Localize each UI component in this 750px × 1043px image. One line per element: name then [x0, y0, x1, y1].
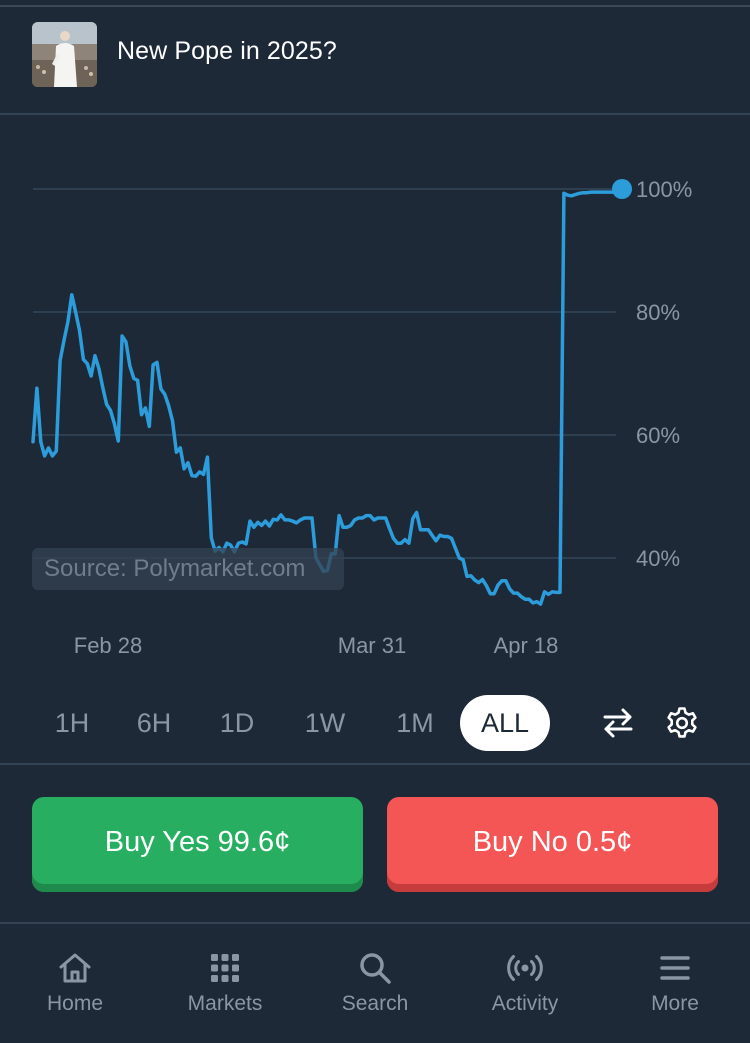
market-header[interactable]: New Pope in 2025? [0, 7, 750, 113]
x-tick-label-1: Mar 31 [338, 633, 406, 658]
section-divider [0, 763, 750, 765]
timeframe-1w[interactable]: 1W [293, 695, 357, 751]
bottom-navigation: Home Markets Search Activity More [0, 924, 750, 1043]
nav-label-search: Search [341, 992, 409, 1015]
search-icon [360, 953, 391, 984]
timeframe-1d[interactable]: 1D [207, 695, 267, 751]
gear-icon[interactable] [664, 705, 700, 741]
timeframe-1h[interactable]: 1H [42, 695, 102, 751]
timeframe-1m[interactable]: 1M [383, 695, 447, 751]
buy-no-button[interactable]: Buy No 0.5¢ [387, 797, 718, 892]
nav-item-activity[interactable]: Activity [450, 924, 600, 1043]
y-tick-label-60: 60% [636, 423, 680, 448]
menu-icon [660, 956, 690, 980]
y-tick-label-40: 40% [636, 546, 680, 571]
buy-yes-button[interactable]: Buy Yes 99.6¢ [32, 797, 363, 892]
market-thumbnail [32, 22, 97, 87]
y-tick-label-100: 100% [636, 177, 692, 202]
timeframe-selector: 1H 6H 1D 1W 1M ALL [0, 695, 750, 751]
nav-label-more: More [651, 992, 699, 1015]
current-price-dot [612, 179, 632, 199]
price-chart-svg: 40% 60% 80% 100% Feb 28 Mar 31 Apr 18 [31, 177, 692, 658]
timeframe-6h[interactable]: 6H [124, 695, 184, 751]
nav-label-activity: Activity [491, 992, 559, 1015]
nav-item-search[interactable]: Search [300, 924, 450, 1043]
y-tick-label-80: 80% [636, 300, 680, 325]
nav-label-home: Home [46, 992, 104, 1015]
price-chart[interactable]: 40% 60% 80% 100% Feb 28 Mar 31 Apr 18 Source: … [0, 115, 750, 675]
nav-item-markets[interactable]: Markets [150, 924, 300, 1043]
broadcast-icon [507, 955, 543, 981]
timeframe-all[interactable]: ALL [460, 695, 550, 751]
nav-item-home[interactable]: Home [0, 924, 150, 1043]
home-icon [59, 953, 91, 983]
grid-icon [211, 954, 239, 982]
swap-arrows-icon[interactable] [600, 705, 636, 741]
x-tick-label-0: Feb 28 [74, 633, 143, 658]
nav-label-markets: Markets [187, 992, 263, 1015]
chart-watermark: Source: Polymarket.com [32, 548, 344, 590]
market-title: New Pope in 2025? [117, 37, 337, 65]
price-line [31, 187, 624, 606]
x-tick-label-2: Apr 18 [494, 633, 559, 658]
nav-item-more[interactable]: More [600, 924, 750, 1043]
